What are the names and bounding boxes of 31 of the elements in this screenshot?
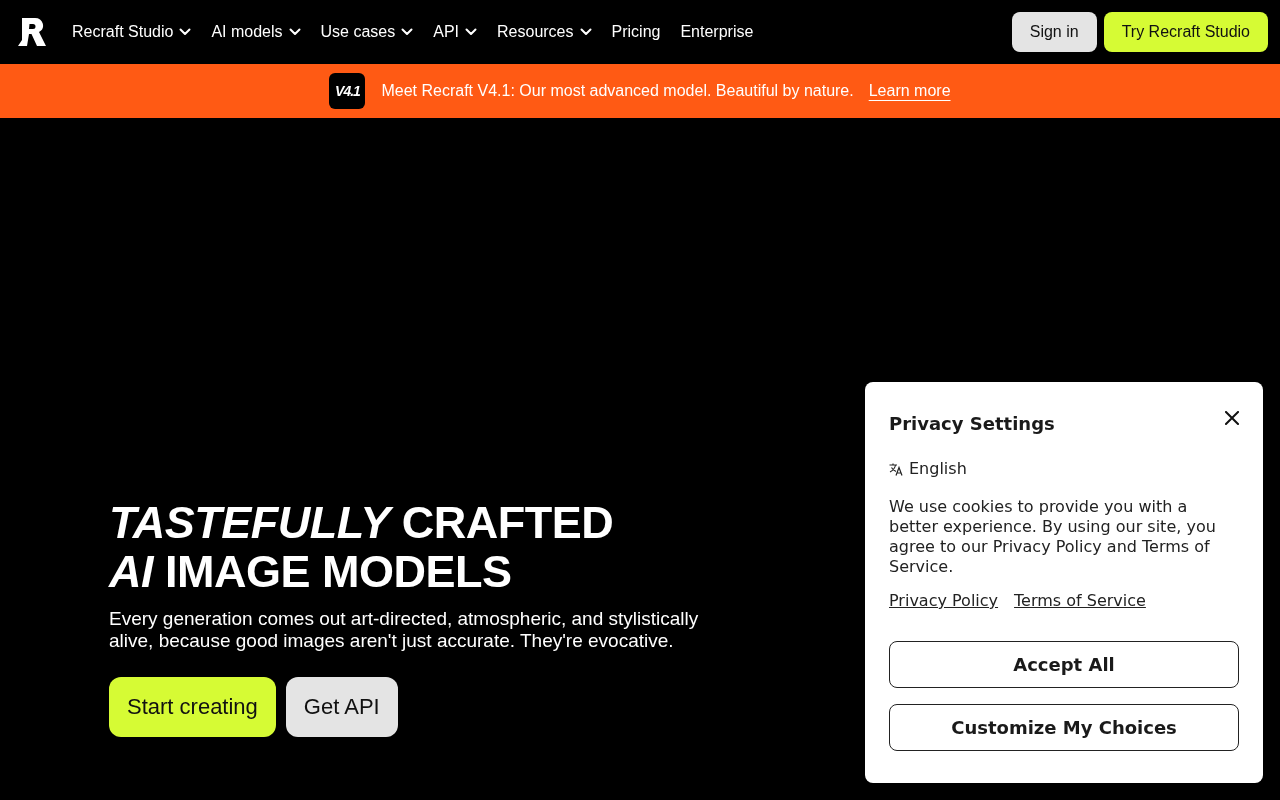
- nav-menu-item[interactable]: Pricing: [611, 23, 661, 41]
- hero-description: Every generation comes out art-directed, atmospheric, and stylistically alive, because good images aren't just accurate. They're evocative.: [109, 608, 700, 652]
- hero-heading: TASTEFULLY CRAFTED AI IMAGE MODELS: [109, 498, 614, 596]
- get-api-button[interactable]: Get API: [285, 677, 398, 737]
- announcement-text: Meet Recraft V4.1: Our most advanced model. Beautiful by nature.: [381, 82, 854, 100]
- nav-menu-item[interactable]: Resources: [497, 23, 592, 41]
- close-button[interactable]: [1225, 411, 1239, 425]
- chevron-down-icon: [579, 28, 592, 36]
- accept-all-button[interactable]: Accept All: [889, 641, 1239, 688]
- chevron-down-icon: [401, 28, 414, 36]
- cookie-notice-text: We use cookies to provide you with a better experience. By using our site, you agree to our Privacy Policy and Terms of Service.: [889, 497, 1217, 577]
- policy-link[interactable]: Privacy Policy: [889, 591, 999, 611]
- close-icon: [1225, 411, 1239, 425]
- nav-menu-item[interactable]: API: [433, 23, 478, 41]
- logo-icon[interactable]: [18, 18, 46, 46]
- nav-menu-item[interactable]: Enterprise: [680, 23, 754, 41]
- try-studio-button[interactable]: Try Recraft Studio: [1103, 12, 1268, 52]
- language-selector[interactable]: English: [909, 457, 967, 481]
- translate-icon: [889, 462, 903, 476]
- nav-menu-item[interactable]: Use cases: [320, 23, 414, 41]
- chevron-down-icon: [288, 28, 301, 36]
- start-creating-button[interactable]: Start creating: [109, 677, 276, 737]
- policy-link[interactable]: Terms of Service: [1014, 591, 1146, 611]
- customize-choices-button[interactable]: Customize My Choices: [889, 704, 1239, 751]
- chevron-down-icon: [465, 28, 478, 36]
- sign-in-button[interactable]: Sign in: [1011, 12, 1097, 52]
- version-badge: V4.1: [329, 73, 366, 109]
- nav-menu-item[interactable]: AI models: [211, 23, 301, 41]
- nav-menu-item[interactable]: Recraft Studio: [72, 23, 192, 41]
- chevron-down-icon: [179, 28, 192, 36]
- dialog-title: Privacy Settings: [889, 412, 1055, 436]
